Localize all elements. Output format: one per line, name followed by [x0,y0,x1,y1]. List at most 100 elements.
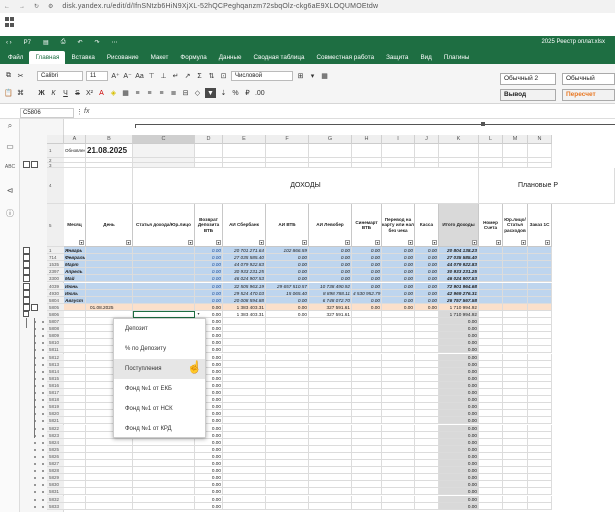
cell[interactable] [309,367,352,375]
cell[interactable] [266,452,309,460]
cell[interactable] [382,332,415,340]
value-cell[interactable]: 1 383 403.31 [223,303,266,311]
cell[interactable] [223,431,266,439]
row-header[interactable]: 1 [47,144,64,158]
cell[interactable] [479,460,503,468]
align-center-icon[interactable]: ≡ [145,88,154,98]
cell[interactable] [528,289,552,297]
cell[interactable] [382,431,415,439]
align-top-icon[interactable]: ⊤ [147,71,156,81]
value-cell[interactable]: 6 748 072.70 [309,296,352,304]
dropdown-list[interactable]: Депозит% по Депозиту Поступления Фонд №1 о… [113,318,206,438]
cell[interactable] [352,374,382,382]
month-cell[interactable]: Июнь [64,282,86,290]
cell[interactable] [86,268,133,276]
cell[interactable] [266,481,309,489]
cell[interactable] [64,367,86,375]
cell[interactable] [133,460,195,468]
cell[interactable] [309,452,352,460]
outline-expand-button[interactable] [23,254,30,262]
cell[interactable] [503,403,528,411]
cell[interactable] [64,332,86,340]
menu-item[interactable]: Защита [380,51,414,64]
value-cell[interactable]: 32 505 963.19 [223,282,266,290]
cell[interactable] [133,268,195,276]
change-case-icon[interactable]: Aa [135,71,144,81]
cell[interactable] [352,360,382,368]
cell[interactable] [479,381,503,389]
cell[interactable] [133,247,195,255]
cell[interactable] [64,417,86,425]
cell[interactable] [352,346,382,354]
cell[interactable] [479,282,503,290]
apps-grid-icon[interactable] [5,17,15,27]
save-icon[interactable]: ▤ [43,39,49,46]
total-cell[interactable]: 0.00 [439,353,479,361]
user-badge[interactable]: P7 [24,40,31,46]
row-header[interactable]: 5827 [47,460,64,468]
cell[interactable] [528,403,552,411]
cell[interactable] [64,495,86,503]
cell[interactable] [309,339,352,347]
cell[interactable] [415,374,439,382]
total-cell[interactable]: 0.00 [439,502,479,510]
cell[interactable] [503,303,528,311]
value-cell[interactable]: 0.00 [309,254,352,262]
dropdown-option[interactable]: Фонд №1 от НСК [114,399,205,419]
cell[interactable] [479,488,503,496]
cell[interactable] [528,332,552,340]
cell[interactable] [479,268,503,276]
total-cell[interactable]: 0.00 [439,474,479,482]
value-cell[interactable]: 0.00 [195,438,223,446]
value-cell[interactable]: 29 657 510.57 [266,282,309,290]
total-cell[interactable]: 20 804 138.23 [439,247,479,255]
cell[interactable] [503,374,528,382]
cell[interactable] [415,445,439,453]
value-cell[interactable]: 102 866.59 [266,247,309,255]
row-header[interactable]: 1 [47,247,64,255]
cell[interactable] [266,410,309,418]
cell[interactable] [503,502,528,510]
row-header[interactable]: 5807 [47,318,64,326]
cell[interactable] [528,474,552,482]
cell[interactable] [528,460,552,468]
cell[interactable] [266,374,309,382]
menu-item[interactable]: Макет [145,51,175,64]
month-cell[interactable]: Май [64,275,86,283]
cell[interactable] [382,488,415,496]
cell[interactable] [64,403,86,411]
filter-icon[interactable]: ▼ [205,88,216,98]
value-cell[interactable]: 0.00 [195,474,223,482]
value-cell[interactable]: 0.00 [415,289,439,297]
value-cell[interactable]: 29 524 470.03 [223,289,266,297]
cell[interactable] [266,389,309,397]
row-header[interactable]: 5 [47,204,64,247]
column-header[interactable]: G [309,135,352,144]
value-cell[interactable]: 0.00 [382,289,415,297]
cell[interactable] [64,339,86,347]
cell[interactable] [503,495,528,503]
cell[interactable] [266,339,309,347]
cell[interactable] [528,339,552,347]
cell[interactable] [415,318,439,326]
cell[interactable] [503,431,528,439]
filter-dropdown-icon[interactable]: ▾ [216,240,221,245]
cell[interactable] [352,431,382,439]
total-cell[interactable]: 0.00 [439,431,479,439]
cell[interactable] [479,374,503,382]
column-header[interactable]: J [415,135,439,144]
cell[interactable] [64,474,86,482]
font-size-select[interactable]: 11 [86,71,108,81]
value-cell[interactable]: 0.00 [382,275,415,283]
month-cell[interactable]: Март [64,261,86,269]
cell[interactable] [64,502,86,510]
month-cell[interactable]: Апрель [64,268,86,276]
cell[interactable] [503,467,528,475]
row-header[interactable]: 5826 [47,452,64,460]
cell[interactable] [309,474,352,482]
cell[interactable] [86,467,133,475]
cell[interactable] [352,389,382,397]
row-header[interactable]: 5808 [47,325,64,333]
row-header[interactable]: 5821 [47,417,64,425]
cell[interactable] [415,467,439,475]
